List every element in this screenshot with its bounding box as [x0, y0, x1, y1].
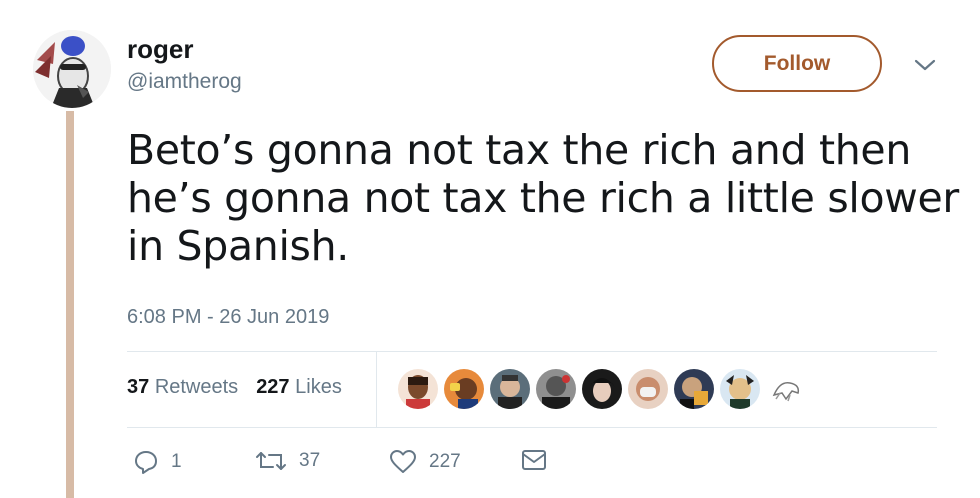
like-button[interactable]: 227 — [389, 449, 461, 475]
thread-line — [66, 111, 74, 498]
more-options-caret[interactable] — [905, 52, 945, 78]
tweet-text: Beto’s gonna not tax the rich and then h… — [127, 126, 959, 270]
liker-avatar[interactable] — [536, 369, 576, 409]
retweets-count: 37 — [127, 376, 150, 398]
user-handle[interactable]: @iamtherog — [127, 70, 242, 94]
divider — [127, 351, 937, 352]
retweets-label: Retweets — [154, 376, 239, 398]
reply-button[interactable]: 1 — [133, 449, 182, 475]
liker-avatar[interactable] — [398, 369, 438, 409]
likes-label: Likes — [295, 376, 342, 398]
tweet-line: he’s gonna not tax the rich a little slo… — [127, 174, 959, 222]
liker-avatar[interactable] — [582, 369, 622, 409]
avatar[interactable] — [33, 30, 111, 108]
action-bar: 1 37 227 — [127, 449, 627, 483]
heart-icon — [390, 450, 416, 473]
liker-avatar[interactable] — [490, 369, 530, 409]
tweet-line: in Spanish. — [127, 222, 350, 270]
tweet-line: Beto’s gonna not tax the rich and then — [127, 126, 912, 174]
user-name[interactable]: roger — [127, 34, 193, 65]
liker-avatar[interactable] — [444, 369, 484, 409]
liker-avatar[interactable] — [766, 369, 806, 409]
like-count: 227 — [429, 451, 461, 472]
follow-button[interactable]: Follow — [712, 35, 882, 92]
divider — [127, 427, 937, 428]
likes-count: 227 — [256, 376, 290, 398]
liker-avatar[interactable] — [674, 369, 714, 409]
retweets-stat[interactable]: 37 Retweets — [127, 376, 238, 399]
retweet-icon — [256, 452, 286, 470]
reply-count: 1 — [171, 451, 182, 472]
direct-message-button[interactable] — [521, 449, 547, 471]
stats-separator — [376, 352, 377, 427]
liker-avatars — [398, 369, 806, 409]
envelope-icon — [522, 450, 546, 470]
tweet-stats: 37 Retweets 227 Likes — [127, 376, 342, 399]
tweet-timestamp[interactable]: 6:08 PM - 26 Jun 2019 — [127, 306, 329, 329]
reply-icon — [135, 451, 157, 474]
liker-avatar[interactable] — [628, 369, 668, 409]
likes-stat[interactable]: 227 Likes — [256, 376, 342, 399]
retweet-button[interactable]: 37 — [255, 449, 320, 473]
liker-avatar[interactable] — [720, 369, 760, 409]
retweet-count: 37 — [299, 450, 321, 471]
avatar-image — [33, 30, 111, 108]
chevron-down-icon — [914, 59, 936, 71]
